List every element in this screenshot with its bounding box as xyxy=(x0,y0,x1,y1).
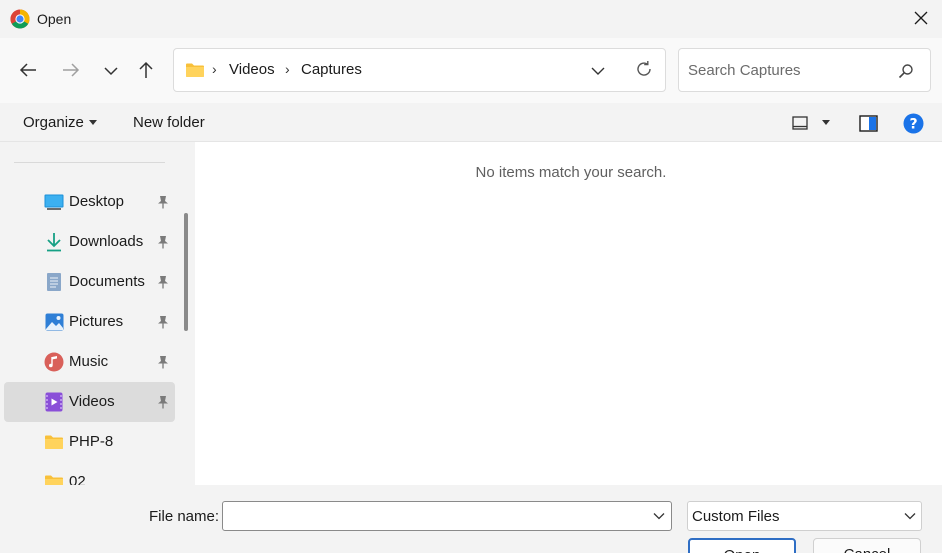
close-icon xyxy=(914,11,928,28)
music-icon xyxy=(44,352,64,372)
videos-icon xyxy=(44,392,64,412)
organize-menu[interactable]: Organize xyxy=(23,114,84,131)
command-bar: Organize New folder ? xyxy=(0,103,942,142)
cancel-button[interactable]: Cancel xyxy=(813,538,921,553)
navigation-pane: Desktop Downloads Documents Pictures Mus… xyxy=(0,142,195,485)
sidebar-item-label: Documents xyxy=(69,273,145,290)
sidebar-item-music[interactable]: Music xyxy=(4,342,175,382)
sidebar-item-label: Music xyxy=(69,353,109,370)
desktop-icon xyxy=(44,192,64,212)
sidebar-item-label: Desktop xyxy=(69,193,125,210)
pin-icon xyxy=(156,234,170,250)
help-icon[interactable]: ? xyxy=(902,112,924,134)
new-folder-button[interactable]: New folder xyxy=(133,114,205,131)
folder-icon xyxy=(185,62,205,81)
chevron-down-icon xyxy=(902,508,918,524)
preview-pane-icon[interactable] xyxy=(857,112,879,134)
file-name-combobox[interactable] xyxy=(222,501,672,531)
breadcrumb-videos[interactable]: Videos xyxy=(229,61,275,78)
chevron-down-icon[interactable] xyxy=(651,508,667,524)
sidebar-item-videos[interactable]: Videos xyxy=(4,382,175,422)
chevron-down-icon xyxy=(591,63,605,79)
search-input[interactable] xyxy=(688,59,888,81)
title-bar: Open xyxy=(0,0,942,38)
file-type-value: Custom Files xyxy=(692,508,780,525)
recent-locations-button[interactable] xyxy=(96,56,126,86)
window-title: Open xyxy=(37,11,72,27)
close-button[interactable] xyxy=(900,0,942,38)
arrow-up-icon xyxy=(138,61,154,82)
breadcrumb-separator: › xyxy=(285,61,290,77)
pin-icon xyxy=(156,354,170,370)
forward-button[interactable] xyxy=(56,56,86,86)
pictures-icon xyxy=(44,312,64,332)
pin-icon xyxy=(156,394,170,410)
address-bar[interactable]: › Videos › Captures xyxy=(173,48,666,92)
file-list[interactable]: No items match your search. xyxy=(195,142,942,485)
svg-text:?: ? xyxy=(909,116,917,132)
sidebar-item-label: Pictures xyxy=(69,313,124,330)
file-name-input[interactable] xyxy=(229,506,639,526)
sidebar-scrollbar-thumb[interactable] xyxy=(184,213,188,331)
sidebar-item-php-8[interactable]: PHP-8 xyxy=(4,422,175,462)
pin-icon xyxy=(156,274,170,290)
chrome-icon xyxy=(10,9,30,29)
sidebar-item-pictures[interactable]: Pictures xyxy=(4,302,175,342)
pin-icon xyxy=(156,314,170,330)
dialog-footer: File name: Custom Files Open Cancel xyxy=(0,485,942,553)
search-icon[interactable] xyxy=(896,61,916,81)
sidebar-item-label: Videos xyxy=(69,393,115,410)
arrow-right-icon xyxy=(62,62,80,81)
sidebar-item-label: 02 xyxy=(69,473,86,485)
breadcrumb-captures[interactable]: Captures xyxy=(301,61,362,78)
arrow-left-icon xyxy=(19,62,37,81)
file-name-label: File name: xyxy=(149,508,220,525)
chevron-down-icon xyxy=(104,63,118,79)
pin-icon xyxy=(156,194,170,210)
back-button[interactable] xyxy=(13,56,43,86)
caret-down-icon[interactable] xyxy=(822,120,830,125)
refresh-icon xyxy=(635,60,653,81)
folder-icon xyxy=(44,432,64,452)
search-box[interactable] xyxy=(678,48,931,92)
navigation-bar: › Videos › Captures xyxy=(0,38,942,103)
folder-icon xyxy=(44,472,64,485)
address-dropdown-button[interactable] xyxy=(588,61,608,81)
sidebar-item-downloads[interactable]: Downloads xyxy=(4,222,175,262)
sidebar-item-documents[interactable]: Documents xyxy=(4,262,175,302)
view-mode-icon[interactable] xyxy=(789,112,811,134)
up-button[interactable] xyxy=(131,56,161,86)
empty-message: No items match your search. xyxy=(475,164,667,181)
sidebar-item-label: PHP-8 xyxy=(69,433,114,450)
sidebar-item-label: Downloads xyxy=(69,233,144,250)
sidebar-item-desktop[interactable]: Desktop xyxy=(4,182,175,222)
file-type-select[interactable]: Custom Files xyxy=(687,501,922,531)
download-icon xyxy=(44,232,64,252)
sidebar-divider xyxy=(14,162,165,163)
caret-down-icon xyxy=(89,120,97,125)
refresh-button[interactable] xyxy=(632,58,656,82)
open-button[interactable]: Open xyxy=(688,538,796,553)
document-icon xyxy=(44,272,64,292)
sidebar-item-02[interactable]: 02 xyxy=(4,462,175,485)
breadcrumb-separator: › xyxy=(212,61,217,77)
